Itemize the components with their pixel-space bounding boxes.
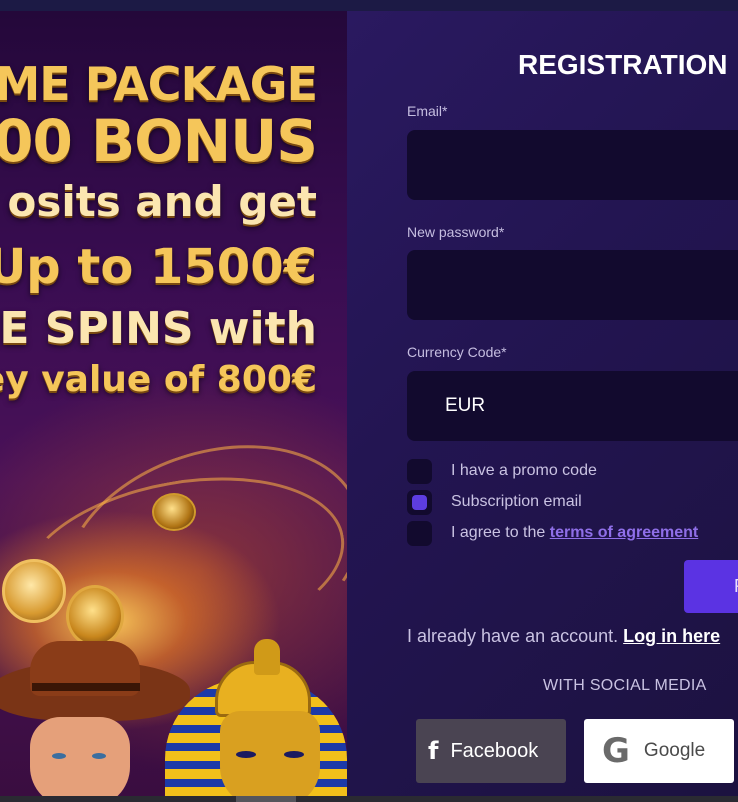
- terms-checkbox[interactable]: [407, 520, 432, 546]
- top-bar: [0, 0, 738, 11]
- login-prompt: I already have an account. Log in here: [407, 626, 720, 647]
- gold-coin-icon: [66, 585, 124, 647]
- subscription-label: Subscription email: [451, 493, 582, 510]
- login-link[interactable]: Log in here: [623, 626, 720, 646]
- subscription-option[interactable]: Subscription email: [407, 489, 582, 515]
- terms-option[interactable]: I agree to the terms of agreement: [407, 520, 698, 546]
- promo-line: ME PACKAGE: [0, 57, 318, 111]
- email-field[interactable]: [407, 130, 738, 200]
- promo-line: EE SPINS with: [0, 303, 317, 354]
- subscription-checkbox[interactable]: [407, 489, 432, 515]
- promo-line: ey value of 800€: [0, 359, 317, 400]
- scrollbar-thumb[interactable]: [236, 796, 296, 802]
- promo-line: 00 BONUS: [0, 107, 318, 175]
- google-icon: G: [602, 731, 630, 771]
- horizontal-scrollbar[interactable]: [0, 796, 738, 802]
- registration-panel: REGISTRATION Email* New password* Curren…: [347, 11, 738, 796]
- email-label: Email*: [407, 103, 448, 119]
- terms-text: I agree to the: [451, 524, 550, 541]
- promo-code-checkbox[interactable]: [407, 458, 432, 484]
- password-label: New password*: [407, 224, 505, 240]
- facebook-label: Facebook: [450, 739, 539, 762]
- google-button[interactable]: G Google: [584, 719, 734, 783]
- social-heading: WITH SOCIAL MEDIA: [543, 677, 707, 694]
- terms-label: I agree to the terms of agreement: [451, 524, 698, 542]
- cowboy-face: [30, 717, 130, 796]
- google-label: Google: [643, 740, 706, 761]
- account-text: I already have an account.: [407, 626, 619, 646]
- pharaoh-eye: [284, 751, 304, 758]
- currency-label: Currency Code*: [407, 344, 507, 360]
- promo-line: osits and get: [7, 177, 317, 226]
- password-field[interactable]: [407, 250, 738, 320]
- pharaoh-face: [220, 711, 320, 796]
- cowboy-eye: [92, 753, 106, 759]
- promo-banner: ME PACKAGE 00 BONUS osits and get Up to …: [0, 11, 347, 796]
- pharaoh-eye: [236, 751, 256, 758]
- casino-chip-icon: [152, 493, 196, 531]
- promo-line: Up to 1500€: [0, 239, 317, 295]
- promo-code-option[interactable]: I have a promo code: [407, 458, 597, 484]
- facebook-icon: f: [428, 737, 439, 765]
- currency-field[interactable]: [407, 371, 738, 441]
- cowboy-hat-band: [32, 683, 140, 691]
- page-title: REGISTRATION: [518, 49, 728, 80]
- terms-link[interactable]: terms of agreement: [550, 524, 699, 541]
- facebook-button[interactable]: f Facebook: [416, 719, 566, 783]
- cobra-icon: [254, 639, 280, 675]
- cowboy-eye: [52, 753, 66, 759]
- register-button[interactable]: R: [684, 560, 738, 613]
- gold-coin-icon: [2, 559, 66, 623]
- promo-code-label: I have a promo code: [451, 462, 597, 479]
